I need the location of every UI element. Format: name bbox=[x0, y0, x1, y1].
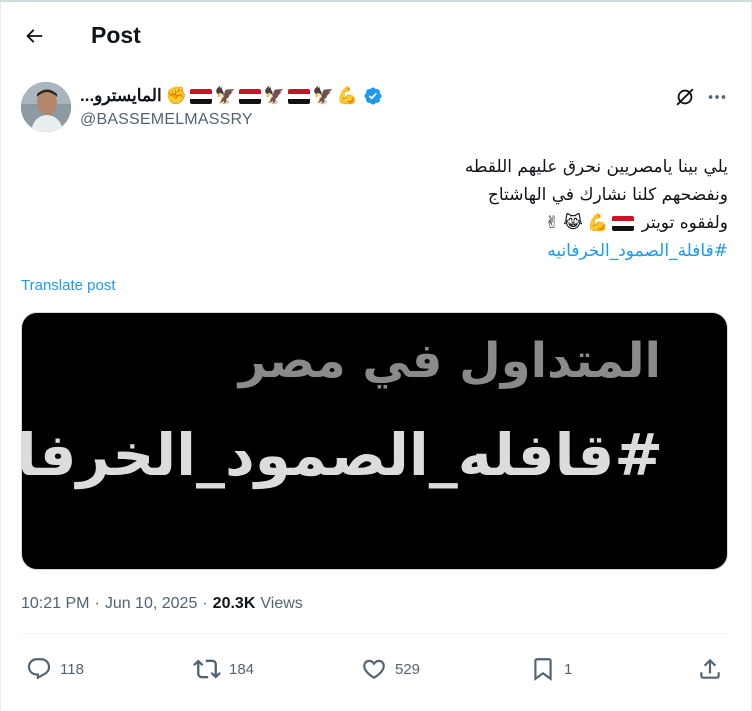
tweet-text: يلي بينا يامصريين نحرق عليهم اللقطه ونفض… bbox=[28, 153, 728, 265]
views-label: Views bbox=[260, 595, 303, 612]
page-title: Post bbox=[91, 22, 141, 48]
laughing-cat-emoji: 😹 bbox=[563, 213, 583, 233]
grok-button[interactable] bbox=[672, 84, 698, 110]
eagle-emoji: 🦅 bbox=[263, 86, 285, 105]
translate-post-link[interactable]: Translate post bbox=[21, 277, 116, 294]
like-button[interactable]: 529 bbox=[361, 652, 420, 686]
heart-icon bbox=[363, 659, 385, 679]
action-bar: 118 184 529 1 bbox=[0, 652, 752, 686]
bookmark-button[interactable]: 1 bbox=[530, 652, 572, 686]
egypt-flag-emoji bbox=[612, 215, 635, 231]
media-text-line-1: المتداول في مصر bbox=[238, 333, 661, 389]
tweet-line-4: #قافلة_الصمود_الخرفانيه bbox=[28, 237, 728, 265]
avatar-image bbox=[21, 82, 71, 132]
reply-icon bbox=[27, 658, 51, 680]
like-count: 529 bbox=[395, 660, 421, 678]
flexed-biceps-emoji: 💪 bbox=[586, 213, 609, 233]
bookmark-count: 1 bbox=[564, 660, 573, 678]
author-handle[interactable]: @BASSEMELMASSRY bbox=[80, 111, 253, 129]
tweet-line-1: يلي بينا يامصريين نحرق عليهم اللقطه bbox=[464, 157, 728, 177]
flexed-biceps-emoji: 💪 bbox=[336, 86, 358, 105]
tweet-line-2: ونفضحهم كلنا نشارك في الهاشتاج bbox=[487, 185, 728, 205]
egypt-flag-emoji bbox=[287, 88, 310, 104]
media-image[interactable]: المتداول في مصر #قافله_الصمود_الخرفانيه bbox=[21, 312, 728, 570]
author-row: ...المايسترو ✊ 🦅 🦅 🦅 💪 bbox=[80, 84, 383, 108]
reply-button[interactable]: 118 bbox=[26, 652, 84, 686]
meta-separator: · bbox=[94, 595, 100, 612]
meta-separator: · bbox=[202, 595, 208, 612]
post-meta: 10:21 PM · Jun 10, 2025 · 20.3K Views bbox=[21, 595, 303, 613]
media-text-line-2: #قافله_الصمود_الخرفانيه bbox=[21, 421, 663, 489]
repost-button[interactable]: 184 bbox=[193, 652, 254, 686]
repost-icon bbox=[193, 659, 221, 679]
share-icon bbox=[700, 658, 720, 679]
tweet-line-3: ولفقوه تويتر 💪😹✌ bbox=[28, 209, 728, 237]
hashtag-link[interactable]: #قافلة_الصمود_الخرفانيه bbox=[547, 241, 728, 261]
post-time[interactable]: 10:21 PM bbox=[21, 595, 89, 613]
bookmark-icon bbox=[534, 658, 552, 681]
victory-hand-emoji: ✌ bbox=[544, 213, 560, 233]
more-options-button[interactable] bbox=[704, 84, 730, 110]
eagle-emoji: 🦅 bbox=[214, 86, 236, 105]
egypt-flag-emoji bbox=[238, 88, 261, 104]
share-button[interactable] bbox=[697, 652, 723, 686]
back-button[interactable] bbox=[16, 18, 52, 54]
egypt-flag-emoji bbox=[189, 88, 212, 104]
grok-icon bbox=[676, 88, 694, 106]
reply-count: 118 bbox=[60, 660, 84, 678]
avatar[interactable] bbox=[21, 82, 71, 132]
arrow-left-icon bbox=[26, 29, 43, 43]
repost-count: 184 bbox=[229, 660, 255, 678]
eagle-emoji: 🦅 bbox=[312, 86, 334, 105]
page-header: Post bbox=[0, 2, 752, 64]
display-name[interactable]: ...المايسترو bbox=[80, 86, 162, 106]
verified-badge-icon[interactable] bbox=[363, 86, 383, 106]
post-date[interactable]: Jun 10, 2025 bbox=[105, 595, 198, 613]
views-count[interactable]: 20.3K bbox=[213, 595, 256, 613]
divider bbox=[21, 633, 728, 634]
raised-fist-emoji: ✊ bbox=[165, 86, 187, 105]
more-dots-icon bbox=[708, 95, 726, 99]
tweet-line-3-text: ولفقوه تويتر bbox=[641, 213, 728, 233]
